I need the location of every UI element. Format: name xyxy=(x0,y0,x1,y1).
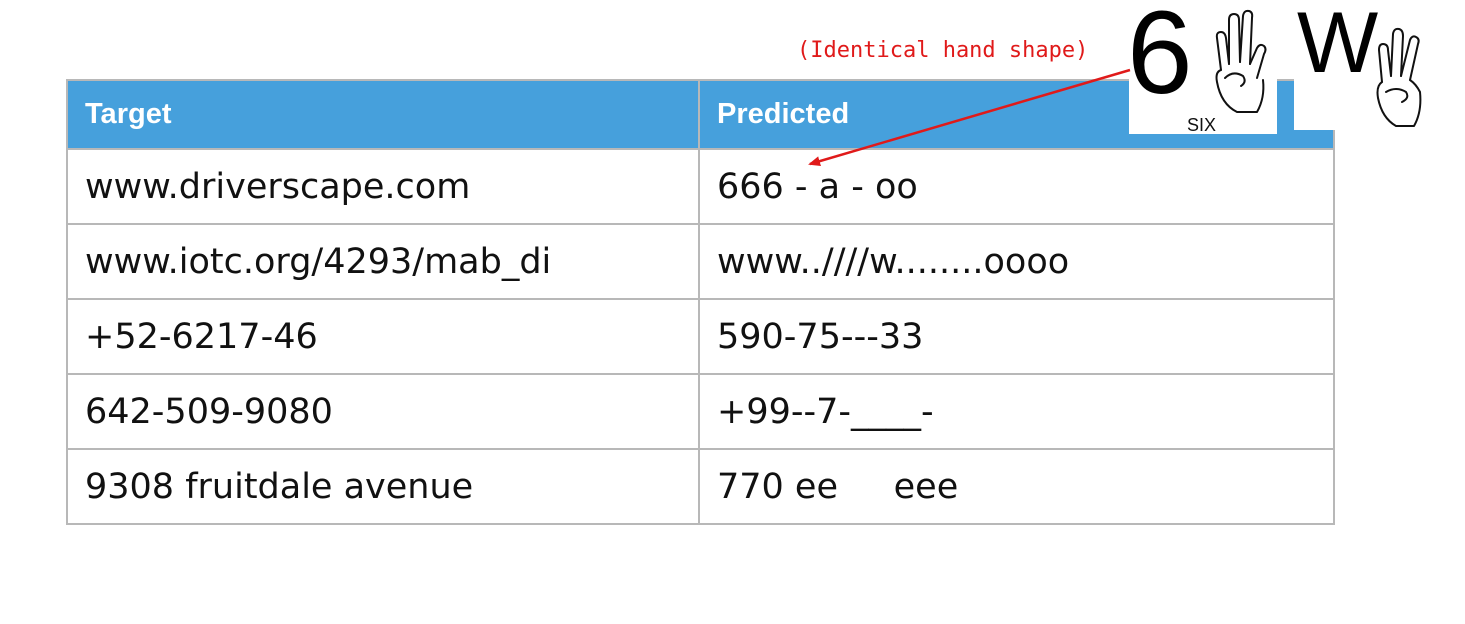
annotation-arrow xyxy=(808,68,1131,166)
